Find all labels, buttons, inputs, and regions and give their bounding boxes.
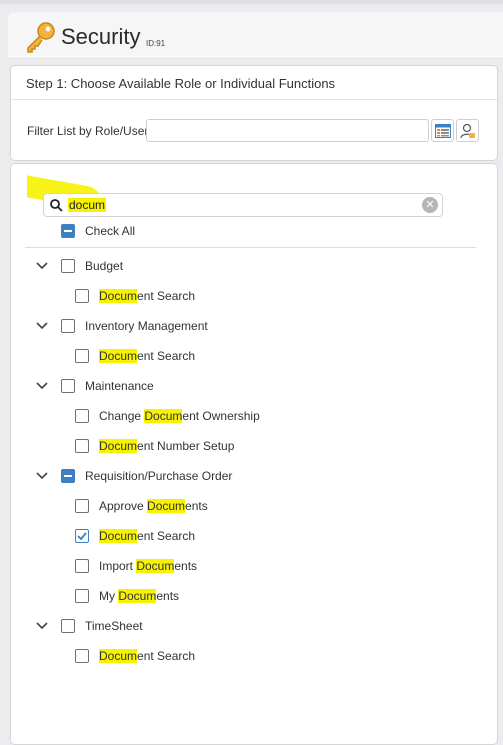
search-input[interactable]: docum ✕ <box>43 193 443 217</box>
function-row[interactable]: Approve Documents <box>75 496 208 516</box>
function-checkbox[interactable] <box>75 559 89 573</box>
function-label: Document Number Setup <box>99 439 234 453</box>
chevron-down-icon[interactable] <box>35 469 49 483</box>
chevron-down-icon[interactable] <box>35 319 49 333</box>
filter-label: Filter List by Role/User <box>27 124 149 138</box>
key-icon <box>27 22 55 53</box>
step1-panel: Step 1: Choose Available Role or Individ… <box>10 65 498 161</box>
function-label: Document Search <box>99 649 195 663</box>
function-checkbox[interactable] <box>75 499 89 513</box>
check-all-label: Check All <box>85 224 136 238</box>
function-row[interactable]: Import Documents <box>75 556 197 576</box>
function-label: Approve Documents <box>99 499 208 513</box>
search-match-highlight: Docum <box>147 499 186 513</box>
label-text: ents <box>174 559 198 573</box>
chevron-down-icon[interactable] <box>35 259 49 273</box>
function-row[interactable]: My Documents <box>75 586 179 606</box>
search-match-highlight: Docum <box>118 589 157 603</box>
group-row[interactable]: Budget <box>35 256 123 276</box>
label-text: ent Search <box>137 649 196 663</box>
search-icon <box>50 199 63 212</box>
label-text: Approve <box>99 499 148 513</box>
function-checkbox[interactable] <box>75 649 89 663</box>
function-checkbox[interactable] <box>75 529 89 543</box>
label-text: ent Search <box>137 289 196 303</box>
page-title: Security <box>61 24 141 49</box>
group-label: Inventory Management <box>85 319 208 333</box>
label-text: ents <box>156 589 180 603</box>
function-row[interactable]: Change Document Ownership <box>75 406 260 426</box>
function-checkbox[interactable] <box>75 289 89 303</box>
search-match-highlight: Docum <box>99 529 138 543</box>
page-id: ID:91 <box>146 39 166 48</box>
label-text: ents <box>185 499 208 513</box>
search-match-highlight: Docum <box>144 409 183 423</box>
clear-icon[interactable]: ✕ <box>422 197 438 213</box>
search-match-highlight: Docum <box>99 439 138 453</box>
step1-title: Step 1: Choose Available Role or Individ… <box>26 76 336 91</box>
label-text: Change <box>99 409 145 423</box>
label-text: Import <box>99 559 137 573</box>
function-row[interactable]: Document Search <box>75 286 195 306</box>
group-label: Budget <box>85 259 124 273</box>
function-row[interactable]: Document Search <box>75 346 195 366</box>
function-label: Import Documents <box>99 559 197 573</box>
search-value: docum <box>68 198 107 212</box>
group-checkbox[interactable] <box>61 469 75 483</box>
function-row[interactable]: Document Number Setup <box>75 436 234 456</box>
function-label: Document Search <box>99 349 195 363</box>
label-text: ent Search <box>137 349 196 363</box>
function-checkbox[interactable] <box>75 439 89 453</box>
function-label: My Documents <box>99 589 179 603</box>
label-text: ent Ownership <box>182 409 260 423</box>
user-icon <box>459 123 475 138</box>
search-match-highlight: Docum <box>99 349 138 363</box>
label-text: My <box>99 589 119 603</box>
function-row[interactable]: Document Search <box>75 526 195 546</box>
function-label: Change Document Ownership <box>99 409 260 423</box>
chevron-down-icon[interactable] <box>35 379 49 393</box>
label-text: ent Number Setup <box>137 439 235 453</box>
page-header: Security ID:91 <box>8 12 503 59</box>
function-row[interactable]: Document Search <box>75 646 195 666</box>
group-row[interactable]: TimeSheet <box>35 616 143 636</box>
divider <box>11 99 497 100</box>
user-lookup-button[interactable] <box>456 119 479 142</box>
label-text: ent Search <box>137 529 196 543</box>
group-row[interactable]: Maintenance <box>35 376 154 396</box>
function-checkbox[interactable] <box>75 409 89 423</box>
list-icon <box>434 123 451 138</box>
function-label: Document Search <box>99 529 195 543</box>
divider <box>25 247 476 248</box>
group-checkbox[interactable] <box>61 259 75 273</box>
function-checkbox[interactable] <box>75 349 89 363</box>
chevron-down-icon[interactable] <box>35 619 49 633</box>
group-row[interactable]: Requisition/Purchase Order <box>35 466 232 486</box>
search-match-highlight: Docum <box>136 559 175 573</box>
functions-panel: docum ✕ Check All Budget Document Search I… <box>10 163 498 745</box>
search-match-highlight: Docum <box>99 289 138 303</box>
group-label: Maintenance <box>85 379 154 393</box>
group-checkbox[interactable] <box>61 319 75 333</box>
list-lookup-button[interactable] <box>431 119 454 142</box>
filter-input[interactable] <box>146 119 429 142</box>
search-match-highlight: Docum <box>99 649 138 663</box>
function-label: Document Search <box>99 289 195 303</box>
group-checkbox[interactable] <box>61 619 75 633</box>
group-row[interactable]: Inventory Management <box>35 316 208 336</box>
top-strip <box>0 0 503 4</box>
check-all-checkbox[interactable] <box>61 224 75 238</box>
group-label: TimeSheet <box>85 619 143 633</box>
check-all-row[interactable]: Check All <box>61 221 135 241</box>
function-checkbox[interactable] <box>75 589 89 603</box>
group-label: Requisition/Purchase Order <box>85 469 233 483</box>
group-checkbox[interactable] <box>61 379 75 393</box>
